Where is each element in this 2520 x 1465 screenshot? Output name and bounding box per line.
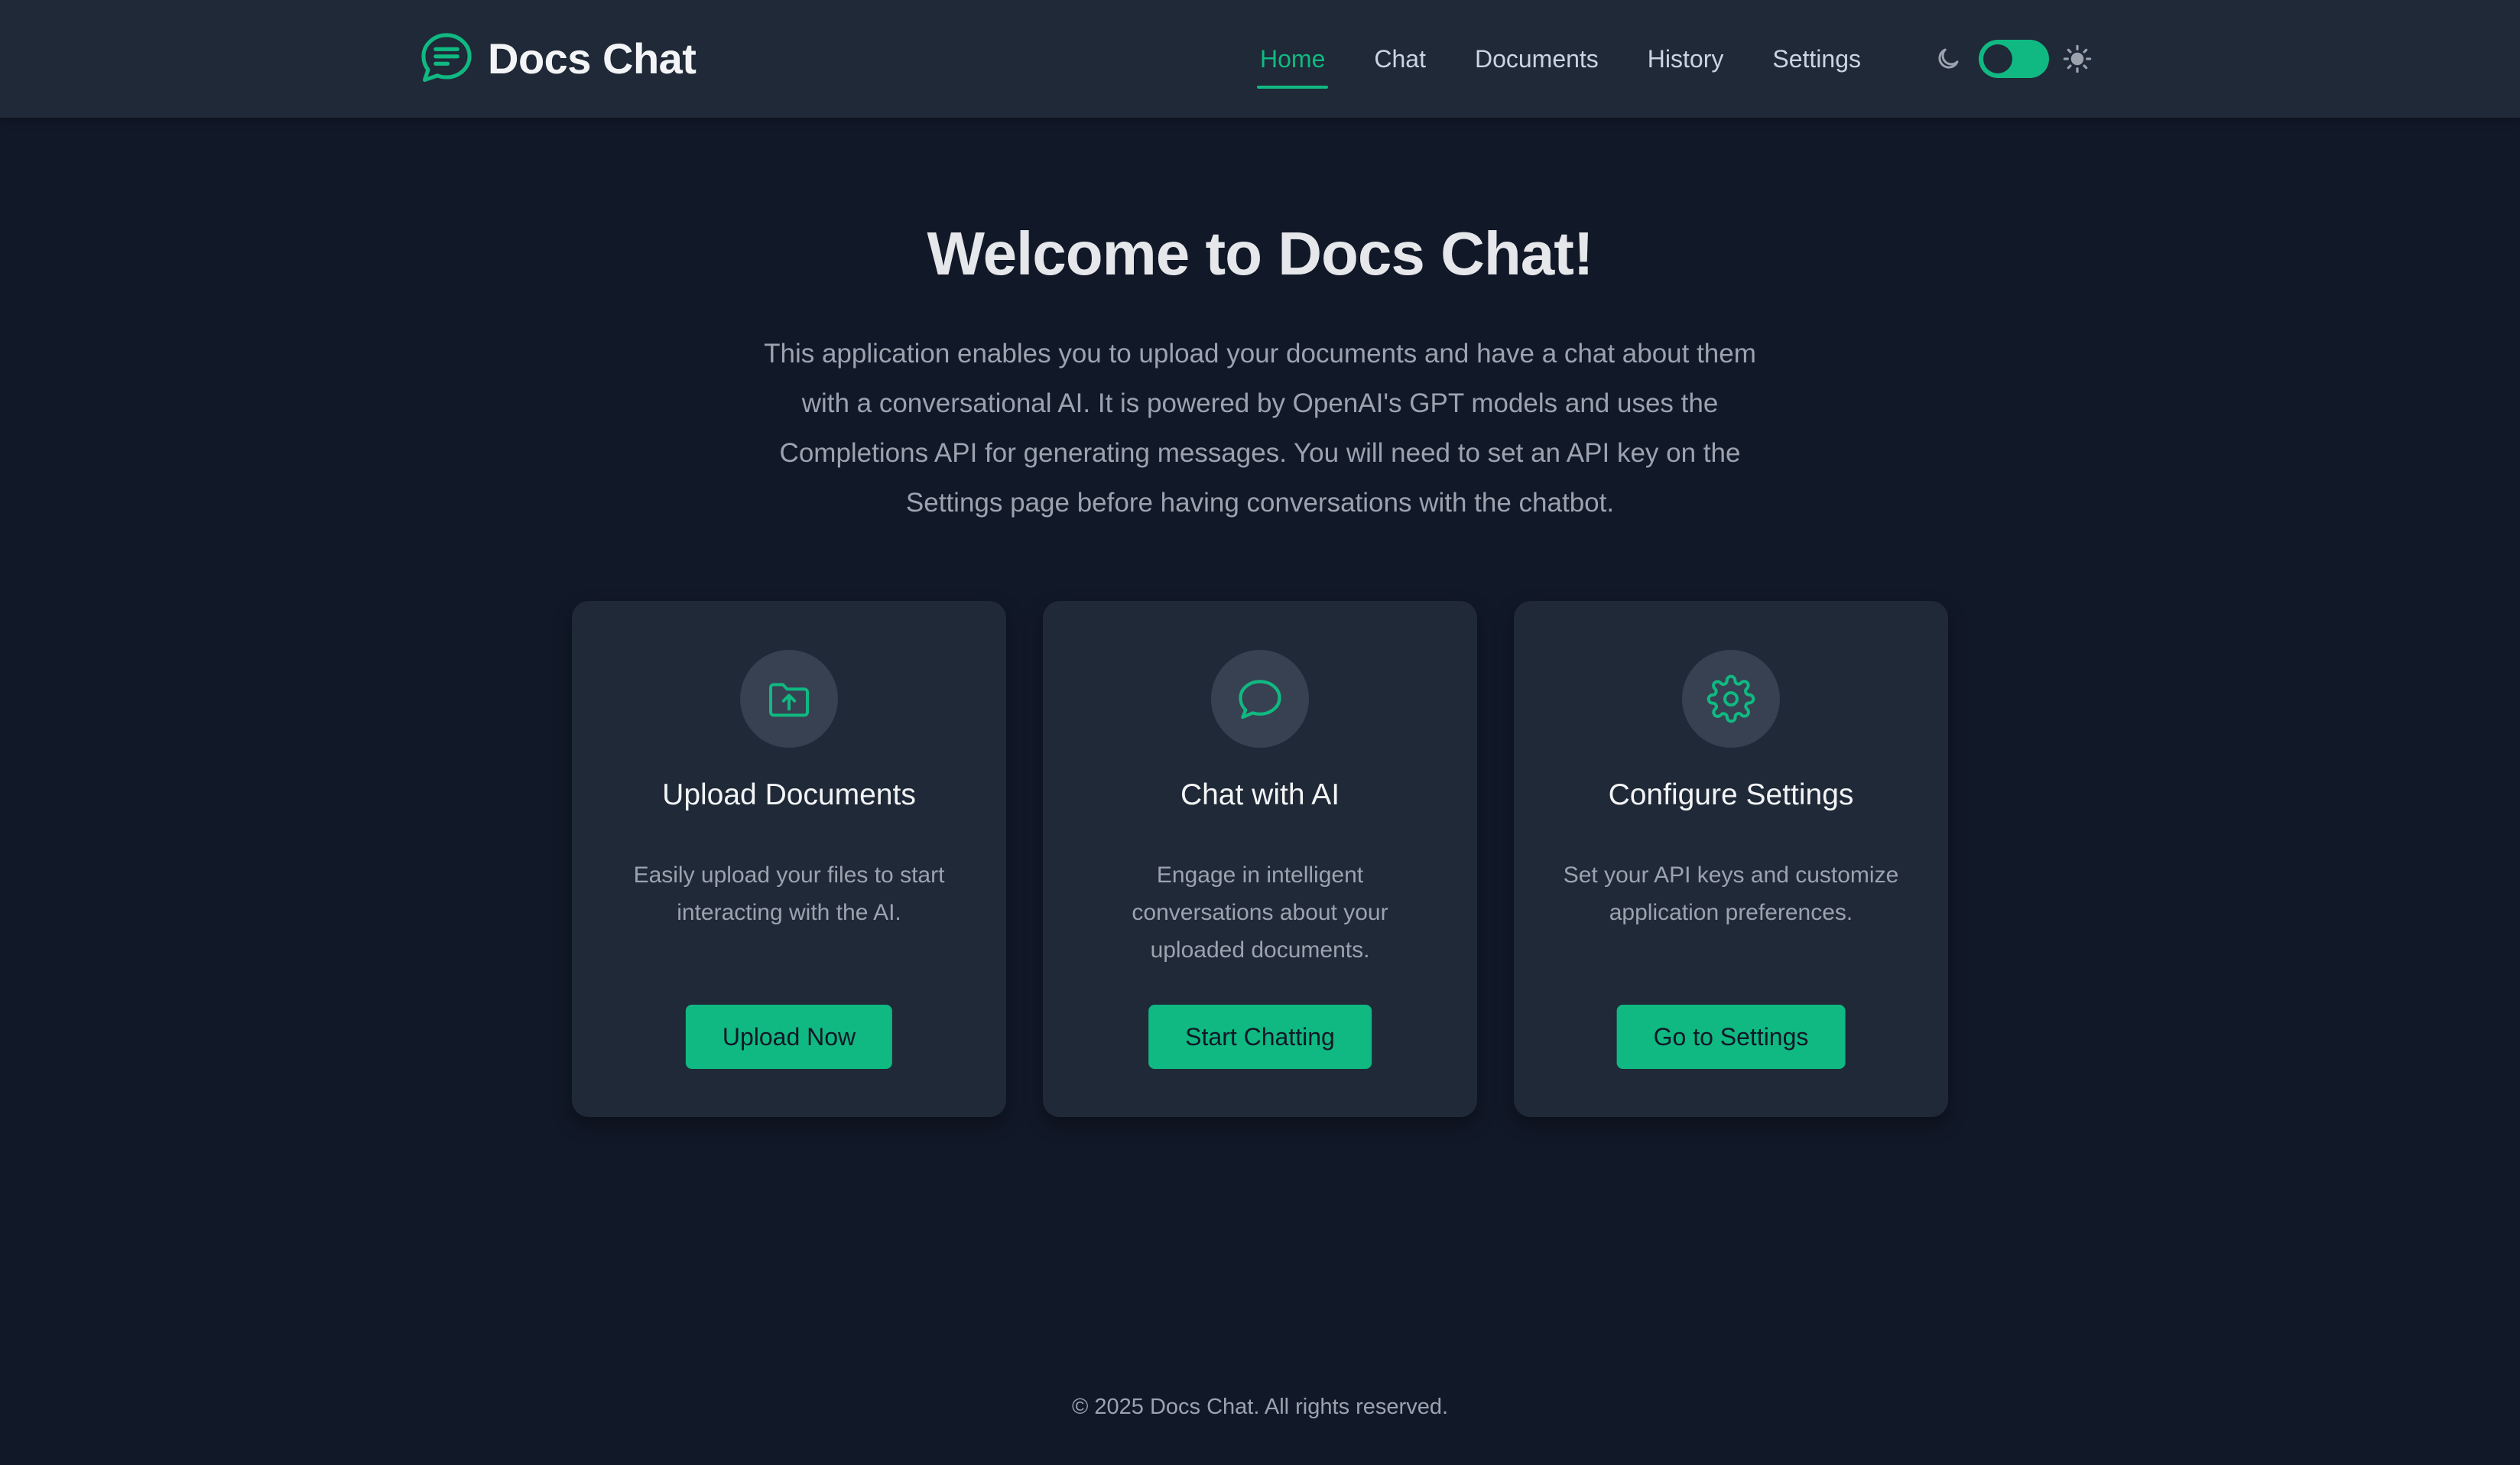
- nav-chat[interactable]: Chat: [1368, 0, 1432, 118]
- sun-icon: [2063, 44, 2092, 73]
- brand-title: Docs Chat: [488, 34, 697, 83]
- top-navbar: Docs Chat Home Chat Documents History Se…: [0, 0, 2520, 118]
- card-description: Engage in intelligent conversations abou…: [1132, 862, 1388, 963]
- card-icon-circle: [1682, 650, 1780, 748]
- nav-documents[interactable]: Documents: [1469, 0, 1605, 118]
- page-title: Welcome to Docs Chat!: [927, 219, 1594, 287]
- card-title: Configure Settings: [1608, 778, 1854, 811]
- upload-now-button[interactable]: Upload Now: [685, 1005, 893, 1069]
- theme-toggle[interactable]: [1979, 40, 2049, 78]
- card-upload-documents: Upload Documents Easily upload your file…: [572, 601, 1006, 1117]
- footer: © 2025 Docs Chat. All rights reserved.: [0, 1395, 2520, 1420]
- copyright-text: © 2025 Docs Chat. All rights reserved.: [1071, 1395, 1449, 1419]
- toggle-knob: [1983, 44, 2012, 73]
- card-description: Set your API keys and customize applicat…: [1563, 862, 1899, 925]
- nav-history[interactable]: History: [1642, 0, 1730, 118]
- card-title: Chat with AI: [1180, 778, 1340, 811]
- nav-home[interactable]: Home: [1254, 0, 1331, 118]
- card-description: Easily upload your files to start intera…: [633, 862, 945, 925]
- brand[interactable]: Docs Chat: [417, 28, 697, 89]
- nav-settings[interactable]: Settings: [1766, 0, 1867, 118]
- card-title: Upload Documents: [662, 778, 916, 811]
- intro-description: This application enables you to upload y…: [764, 339, 1756, 518]
- go-to-settings-button[interactable]: Go to Settings: [1616, 1005, 1846, 1069]
- chat-bubble-icon: [1239, 680, 1281, 720]
- card-chat-with-ai: Chat with AI Engage in intelligent conve…: [1043, 601, 1477, 1117]
- main-nav: Home Chat Documents History Settings: [1254, 0, 1904, 118]
- feature-cards: Upload Documents Easily upload your file…: [572, 601, 1948, 1117]
- start-chatting-button[interactable]: Start Chatting: [1148, 1005, 1372, 1069]
- moon-icon: [1938, 48, 1959, 69]
- folder-upload-icon: [769, 683, 809, 717]
- gear-icon: [1707, 674, 1755, 723]
- chat-logo-icon: [421, 33, 472, 83]
- theme-switcher: [1934, 0, 2092, 118]
- card-icon-circle: [1211, 650, 1309, 748]
- card-configure-settings: Configure Settings Set your API keys and…: [1514, 601, 1948, 1117]
- card-icon-circle: [740, 650, 838, 748]
